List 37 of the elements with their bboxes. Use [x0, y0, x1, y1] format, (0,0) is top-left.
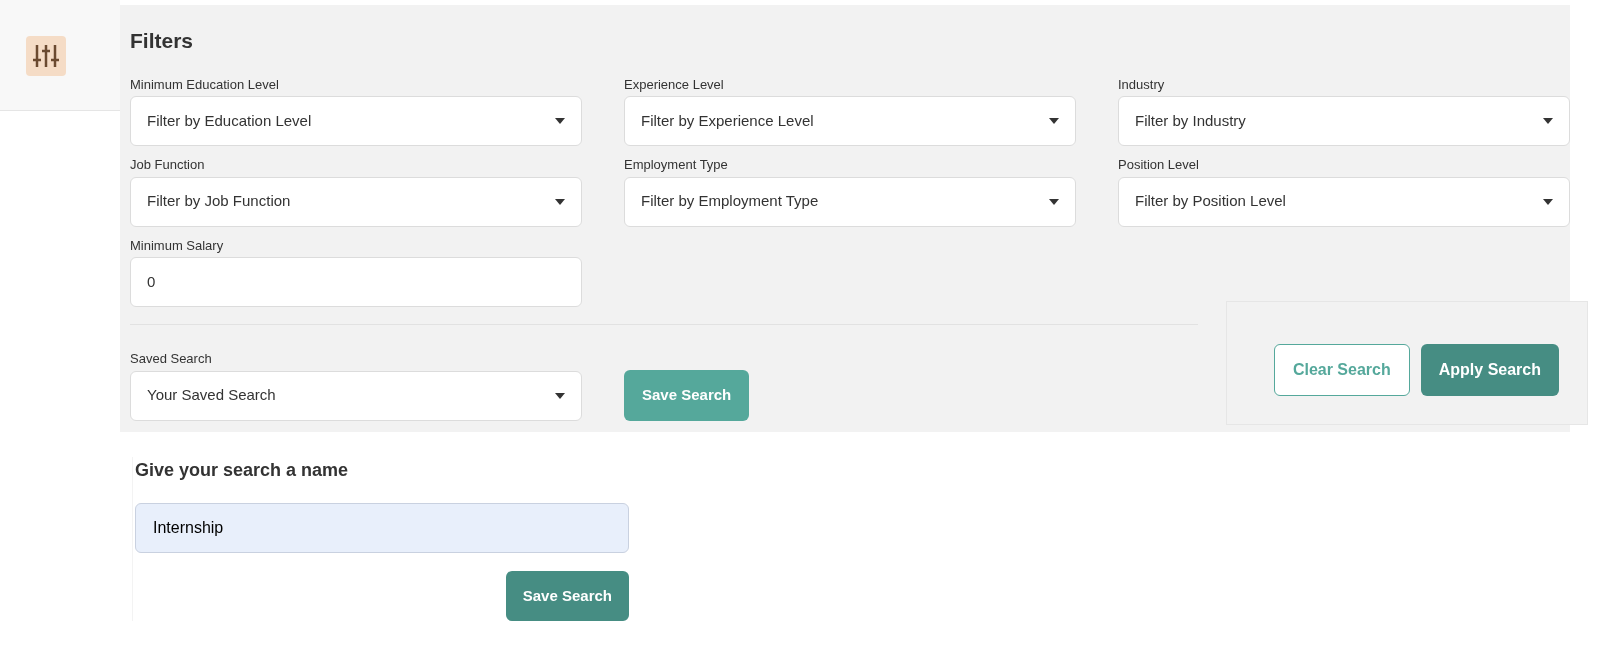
- field-label: Industry: [1118, 75, 1166, 94]
- filter-toggle-button[interactable]: [26, 36, 66, 76]
- dropdown-caret-icon: [555, 198, 565, 205]
- select-field[interactable]: Your Saved Search: [130, 370, 582, 421]
- select-field[interactable]: Filter by Experience Level: [624, 96, 1076, 146]
- field-label: Minimum Education Level: [130, 75, 280, 94]
- select-value: Filter by Experience Level: [641, 110, 814, 131]
- filters-title: Filters: [130, 28, 195, 54]
- field-label: Position Level: [1118, 156, 1200, 174]
- field-label: Experience Level: [624, 75, 725, 94]
- save-search-button[interactable]: Save Search: [505, 571, 629, 621]
- dropdown-caret-icon: [1543, 198, 1553, 205]
- select-field[interactable]: Filter by Job Function: [130, 176, 582, 227]
- search-name-field[interactable]: Internship: [135, 503, 629, 553]
- select-value: Your Saved Search: [147, 385, 276, 406]
- dropdown-caret-icon: [1049, 198, 1059, 205]
- name-form-title: Give your search a name: [135, 459, 350, 482]
- select-value: Filter by Job Function: [147, 191, 291, 212]
- sliders-icon: [33, 45, 59, 67]
- dropdown-caret-icon: [1543, 118, 1553, 124]
- select-value: Filter by Education Level: [147, 110, 312, 131]
- field-label: Job Function: [130, 156, 206, 174]
- dropdown-caret-icon: [1049, 118, 1059, 124]
- field-label: Employment Type: [624, 156, 729, 174]
- field-label: Saved Search: [130, 350, 213, 368]
- apply-search-button[interactable]: Apply Search: [1420, 344, 1559, 396]
- select-field[interactable]: Filter by Employment Type: [624, 176, 1076, 227]
- select-value: Filter by Industry: [1135, 110, 1246, 131]
- dropdown-caret-icon: [555, 118, 565, 124]
- select-field[interactable]: Filter by Industry: [1118, 96, 1570, 146]
- select-field[interactable]: Filter by Education Level: [130, 96, 582, 146]
- select-field[interactable]: Filter by Position Level: [1118, 176, 1570, 227]
- select-value: Filter by Employment Type: [641, 191, 819, 212]
- select-value: Filter by Position Level: [1135, 191, 1286, 212]
- field-label: Minimum Salary: [130, 236, 225, 255]
- dropdown-caret-icon: [555, 392, 565, 399]
- input-field[interactable]: 0: [130, 257, 582, 307]
